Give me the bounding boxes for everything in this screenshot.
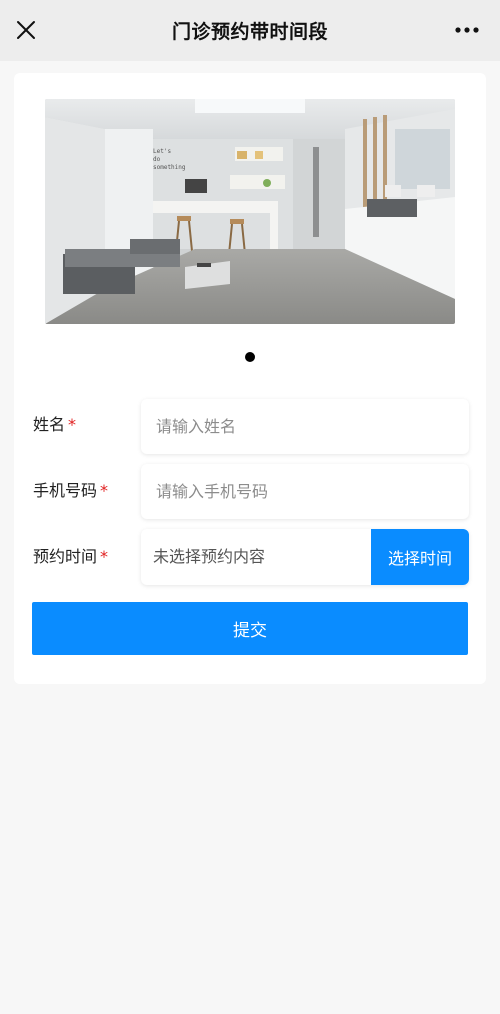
phone-input[interactable] [141, 464, 469, 519]
more-dots-icon[interactable] [452, 18, 482, 42]
submit-button[interactable]: 提交 [32, 602, 468, 655]
required-mark: * [100, 481, 109, 500]
time-label: 预约时间 * [33, 546, 108, 568]
svg-text:Let's: Let's [153, 148, 171, 155]
page-title: 门诊预约带时间段 [171, 21, 328, 43]
select-time-button[interactable]: 选择时间 [371, 529, 469, 585]
nav-bar: 门诊预约带时间段 [0, 0, 500, 61]
form-card: Let's do something 姓名* 手机号码* 预约时间* 未选择预约… [14, 73, 486, 684]
time-label-text: 预约时间 [33, 547, 98, 566]
carousel-image[interactable]: Let's do something [45, 99, 455, 324]
name-label: 姓名 * [33, 414, 76, 436]
svg-text:something: something [153, 164, 186, 171]
carousel-indicator-dot[interactable] [245, 352, 255, 362]
name-label-text: 姓名 [33, 415, 66, 434]
name-input[interactable] [141, 399, 469, 454]
svg-text:do: do [153, 156, 161, 163]
clinic-lobby-image: Let's do something [45, 99, 455, 324]
required-mark: * [100, 547, 109, 566]
appointment-time-field[interactable]: 未选择预约内容 选择时间 [141, 529, 469, 585]
phone-label: 手机号码 * [33, 480, 108, 502]
close-icon[interactable] [12, 16, 40, 44]
appointment-time-value: 未选择预约内容 [153, 547, 266, 566]
phone-label-text: 手机号码 [33, 481, 98, 500]
required-mark: * [68, 415, 77, 434]
